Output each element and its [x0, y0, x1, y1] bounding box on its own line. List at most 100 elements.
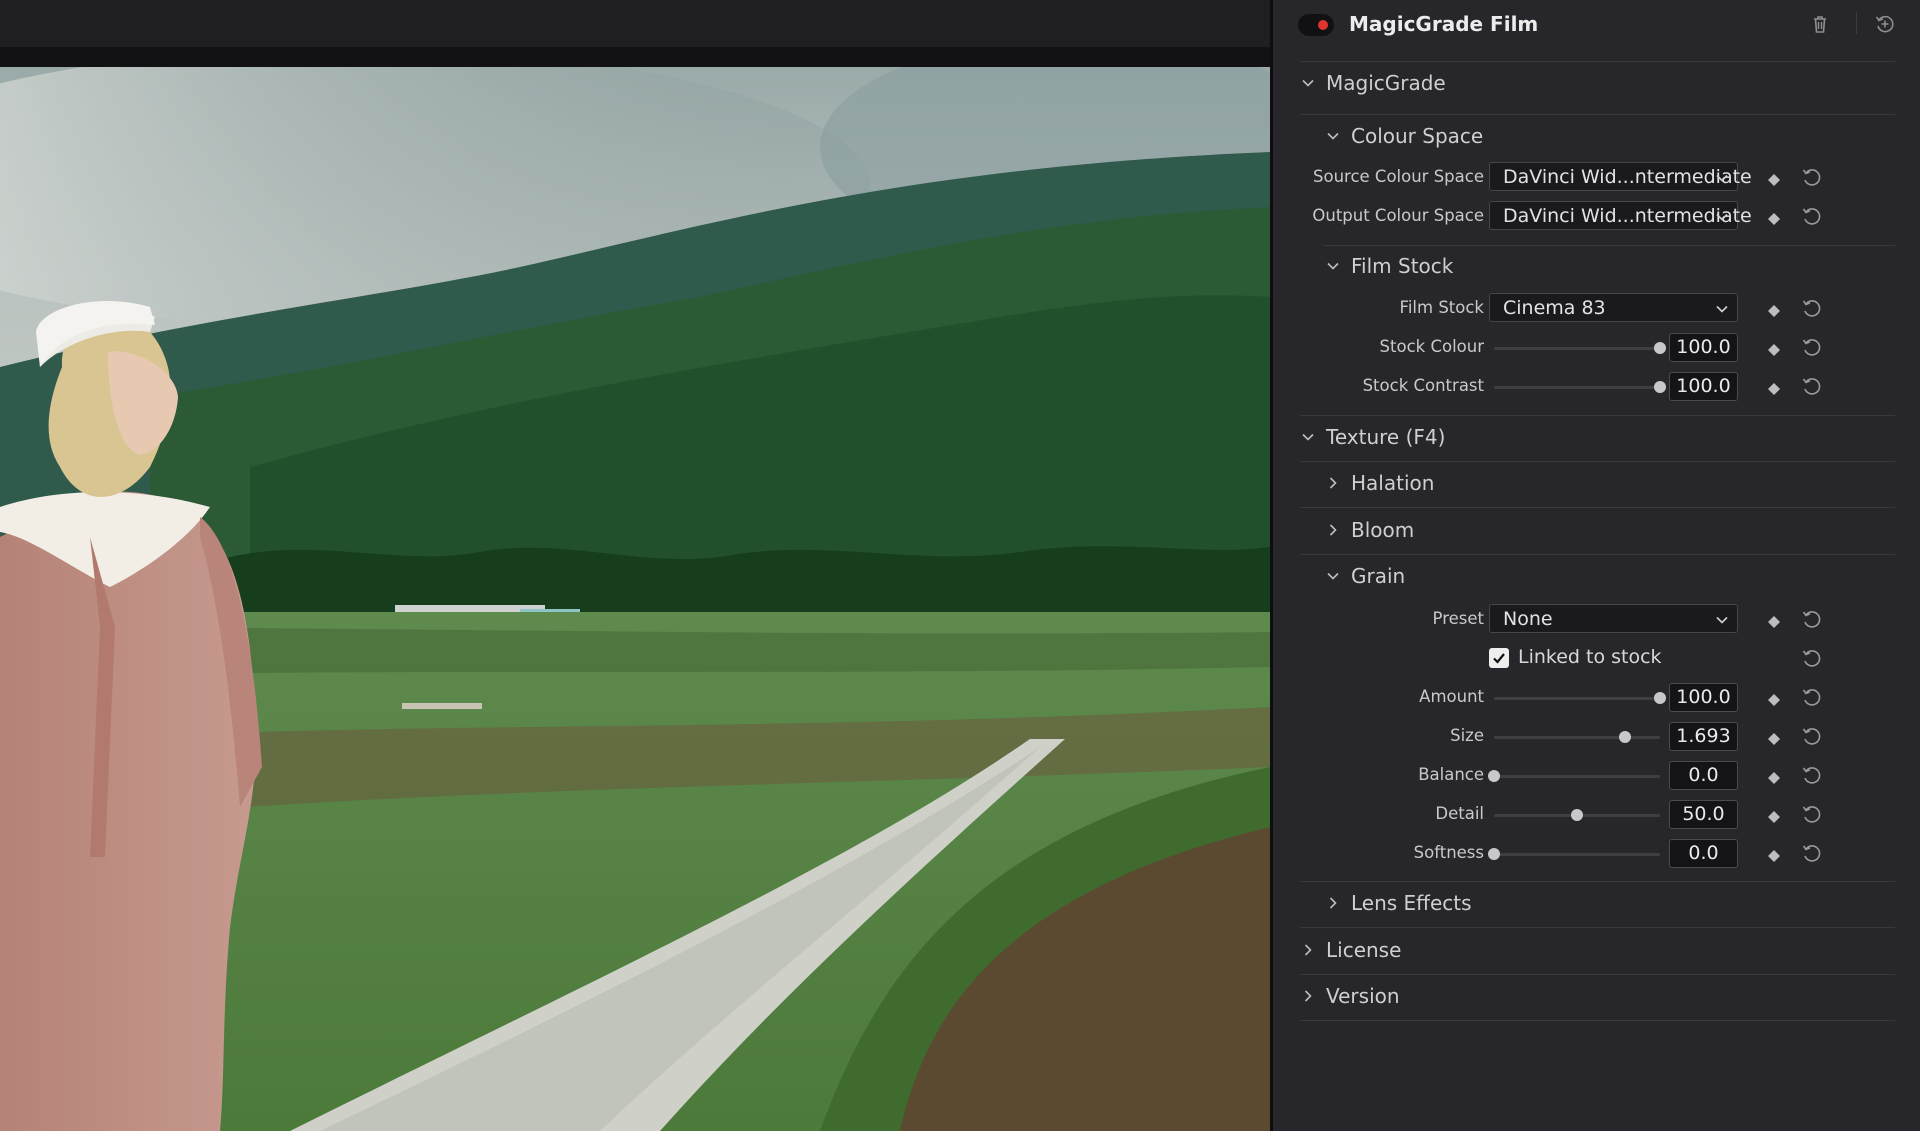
output-colour-space-dropdown[interactable]: DaVinci Wid...ntermediate [1489, 201, 1752, 230]
grain-amount-value[interactable]: 100.0 [1669, 683, 1738, 712]
reset-icon[interactable] [1801, 764, 1823, 786]
section-divider [1300, 61, 1895, 62]
section-divider [1300, 881, 1895, 882]
section-label: Grain [1351, 564, 1406, 588]
stock-colour-label: Stock Colour [1379, 337, 1484, 356]
section-label: Film Stock [1351, 254, 1454, 278]
keyframe-diamond-icon[interactable] [1768, 847, 1780, 862]
grain-balance-value[interactable]: 0.0 [1669, 761, 1738, 790]
slider-knob[interactable] [1488, 848, 1500, 860]
section-divider [1300, 114, 1895, 115]
grain-softness-value[interactable]: 0.0 [1669, 839, 1738, 868]
grain-detail-value[interactable]: 50.0 [1669, 800, 1738, 829]
section-film-stock[interactable]: Film Stock [1325, 252, 1453, 280]
chevron-right-icon [1300, 942, 1316, 958]
reset-icon[interactable] [1801, 375, 1823, 397]
grain-balance-slider[interactable] [1488, 766, 1660, 786]
section-divider [1300, 415, 1895, 416]
grain-amount-label: Amount [1419, 687, 1484, 706]
section-label: Texture (F4) [1326, 425, 1446, 449]
dropdown-caret-icon [1715, 301, 1729, 315]
reset-icon[interactable] [1801, 686, 1823, 708]
grain-size-slider[interactable] [1494, 727, 1660, 747]
viewer-header-strip [0, 47, 1270, 67]
trash-icon[interactable] [1808, 12, 1832, 36]
chevron-right-icon [1325, 895, 1341, 911]
dropdown-value: None [1503, 608, 1553, 630]
stock-colour-slider[interactable] [1494, 338, 1666, 358]
section-label: MagicGrade [1326, 71, 1446, 95]
section-grain[interactable]: Grain [1325, 562, 1405, 590]
section-divider [1300, 507, 1895, 508]
stock-contrast-slider[interactable] [1494, 377, 1666, 397]
grain-size-value[interactable]: 1.693 [1669, 722, 1738, 751]
reset-icon[interactable] [1801, 842, 1823, 864]
keyframe-diamond-icon[interactable] [1768, 613, 1780, 628]
film-stock-dropdown[interactable]: Cinema 83 [1489, 293, 1738, 322]
keyframe-diamond-icon[interactable] [1768, 730, 1780, 745]
section-divider [1300, 927, 1895, 928]
grain-softness-slider[interactable] [1488, 844, 1660, 864]
section-label: Halation [1351, 471, 1435, 495]
chevron-right-icon [1300, 988, 1316, 1004]
stock-colour-value[interactable]: 100.0 [1669, 333, 1738, 362]
chevron-down-icon [1325, 128, 1341, 144]
keyframe-diamond-icon[interactable] [1768, 769, 1780, 784]
keyframe-diamond-icon[interactable] [1768, 302, 1780, 317]
section-divider [1323, 245, 1895, 246]
slider-knob[interactable] [1571, 809, 1583, 821]
section-label: Version [1326, 984, 1400, 1008]
section-halation[interactable]: Halation [1325, 469, 1434, 497]
dropdown-caret-icon [1715, 209, 1729, 223]
reset-icon[interactable] [1801, 647, 1823, 669]
section-magicgrade[interactable]: MagicGrade [1300, 69, 1446, 97]
slider-knob[interactable] [1619, 731, 1632, 743]
grain-preset-dropdown[interactable]: None [1489, 604, 1738, 633]
grain-size-label: Size [1450, 726, 1484, 745]
grain-preset-label: Preset [1432, 609, 1484, 628]
chevron-down-icon [1300, 75, 1316, 91]
grain-detail-slider[interactable] [1494, 805, 1660, 825]
section-colour-space[interactable]: Colour Space [1325, 122, 1483, 150]
section-license[interactable]: License [1300, 936, 1401, 964]
grain-amount-slider[interactable] [1494, 688, 1666, 708]
section-texture[interactable]: Texture (F4) [1300, 423, 1445, 451]
keyframe-diamond-icon[interactable] [1768, 691, 1780, 706]
section-divider [1300, 461, 1895, 462]
keyframe-diamond-icon[interactable] [1768, 210, 1780, 225]
section-version[interactable]: Version [1300, 982, 1400, 1010]
source-colour-space-label: Source Colour Space [1313, 167, 1484, 186]
grain-balance-label: Balance [1418, 765, 1484, 784]
slider-knob[interactable] [1654, 342, 1666, 354]
reset-icon[interactable] [1801, 608, 1823, 630]
film-stock-label: Film Stock [1399, 298, 1484, 317]
stock-contrast-value[interactable]: 100.0 [1669, 372, 1738, 401]
keyframe-diamond-icon[interactable] [1768, 171, 1780, 186]
reset-icon[interactable] [1801, 803, 1823, 825]
dropdown-caret-icon [1715, 612, 1729, 626]
slider-knob[interactable] [1488, 770, 1500, 782]
effect-header: MagicGrade Film [1273, 0, 1920, 50]
slider-knob[interactable] [1654, 692, 1666, 704]
effect-title: MagicGrade Film [1349, 12, 1539, 36]
section-divider [1300, 554, 1895, 555]
checkmark-icon [1493, 653, 1505, 664]
reset-icon[interactable] [1801, 205, 1823, 227]
reset-icon[interactable] [1801, 725, 1823, 747]
slider-knob[interactable] [1654, 381, 1666, 393]
section-label: Colour Space [1351, 124, 1484, 148]
reset-icon[interactable] [1801, 166, 1823, 188]
effect-enable-toggle[interactable] [1298, 14, 1334, 36]
section-label: Bloom [1351, 518, 1415, 542]
chevron-right-icon [1325, 475, 1341, 491]
reset-icon[interactable] [1801, 297, 1823, 319]
reset-all-icon[interactable] [1873, 12, 1897, 36]
keyframe-diamond-icon[interactable] [1768, 808, 1780, 823]
reset-icon[interactable] [1801, 336, 1823, 358]
keyframe-diamond-icon[interactable] [1768, 380, 1780, 395]
linked-to-stock-checkbox[interactable] [1489, 648, 1509, 668]
source-colour-space-dropdown[interactable]: DaVinci Wid...ntermediate [1489, 162, 1752, 191]
keyframe-diamond-icon[interactable] [1768, 341, 1780, 356]
section-lens-effects[interactable]: Lens Effects [1325, 889, 1472, 917]
section-bloom[interactable]: Bloom [1325, 516, 1414, 544]
